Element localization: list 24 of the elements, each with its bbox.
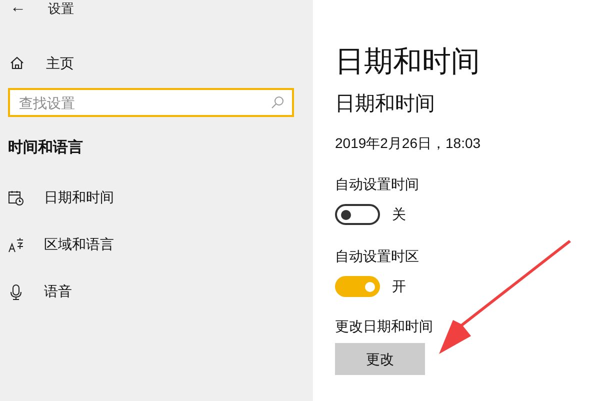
language-icon[interactable]	[8, 236, 24, 252]
change-button[interactable]: 更改	[335, 343, 425, 375]
toggle-switch[interactable]	[335, 276, 380, 297]
nav-item[interactable]: 日期和时间	[44, 187, 114, 208]
change-label: 更改日期和时间	[335, 317, 434, 335]
nav-item[interactable]: 区域和语言	[44, 234, 114, 255]
home-icon[interactable]	[10, 56, 24, 70]
microphone-icon[interactable]	[8, 284, 24, 300]
date-time-text: 2019年2月26日，18:03	[335, 134, 482, 153]
window-title: 设置	[48, 2, 74, 14]
toggle-state: 开	[392, 277, 406, 296]
home-link[interactable]: 主页	[46, 52, 74, 74]
calendar-clock-icon[interactable]	[8, 190, 24, 206]
section-heading: 时间和语言	[8, 138, 84, 158]
search-icon[interactable]	[271, 96, 284, 109]
toggle-switch[interactable]	[335, 204, 380, 225]
nav-item[interactable]: 语音	[44, 281, 72, 302]
toggle-label: 自动设置时间	[335, 175, 420, 193]
toggle-label: 自动设置时区	[335, 247, 420, 265]
page-title: 日期和时间	[335, 45, 481, 80]
search-field[interactable]: 查找设置	[8, 88, 294, 117]
section-heading: 日期和时间	[335, 92, 436, 117]
back-button[interactable]: ←	[10, 0, 26, 16]
toggle-state: 关	[392, 205, 406, 224]
